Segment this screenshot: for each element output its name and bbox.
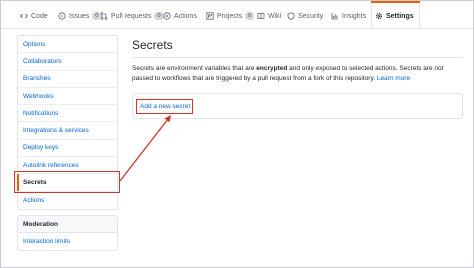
sidebar-item-options[interactable]: Options [18,36,117,54]
shield-icon [287,12,295,20]
projects-count-badge: 0 [245,12,255,20]
tab-label: Issues [69,12,90,20]
sidebar-item-webhooks[interactable]: Webhooks [18,88,117,106]
tab-label: Security [298,12,324,20]
sidebar-item-collaborators[interactable]: Collaborators [18,53,117,71]
moderation-sidebar: Moderation Interaction limits [17,215,118,252]
tab-label: Wiki [268,12,282,20]
tab-security[interactable]: Security [287,7,323,25]
moderation-heading: Moderation [18,216,117,233]
tab-insights[interactable]: Insights [331,7,366,25]
learn-more-link[interactable]: Learn more [377,75,410,82]
tab-code[interactable]: Code [20,7,48,25]
tab-label: Settings [386,12,414,20]
play-icon [163,12,171,20]
sidebar-item-actions[interactable]: Actions [18,192,117,209]
tab-issues[interactable]: Issues 0 [58,7,102,25]
tab-label: Actions [174,12,197,20]
description-text: Secrets are environment variables that a… [132,65,257,72]
sidebar-item-notifications[interactable]: Notifications [18,105,117,123]
tab-label: Code [31,12,48,20]
tab-label: Insights [342,12,367,20]
secrets-highlight-box [14,171,120,193]
page-title: Secrets [132,38,173,52]
gear-icon [375,12,383,20]
project-icon [206,12,214,20]
sidebar-item-interaction-limits[interactable]: Interaction limits [18,233,117,250]
tab-actions[interactable]: Actions [163,7,197,25]
issue-icon [58,12,66,20]
code-icon [20,12,28,20]
sidebar-item-deploy-keys[interactable]: Deploy keys [18,140,117,158]
window-frame: Code Issues 0 Pull requests 0 Actions Pr… [0,0,474,268]
pull-request-icon [100,12,108,20]
add-new-secret-link[interactable]: Add a new secret [136,99,193,114]
arrow-line [119,118,169,182]
secrets-description: Secrets are environment variables that a… [132,64,464,83]
tab-wiki[interactable]: Wiki [257,7,281,25]
tab-pull-requests[interactable]: Pull requests 0 [100,7,164,25]
sidebar-item-integrations[interactable]: Integrations & services [18,122,117,140]
tab-label: Projects [217,12,243,20]
repo-nav: Code Issues 0 Pull requests 0 Actions Pr… [1,1,473,29]
title-divider [132,57,463,58]
tab-settings[interactable]: Settings [371,1,420,28]
tab-projects[interactable]: Projects 0 [206,7,255,25]
graph-icon [331,12,339,20]
book-icon [257,12,265,20]
description-emphasis: encrypted [256,65,288,72]
tab-label: Pull requests [111,12,152,20]
sidebar-item-branches[interactable]: Branches [18,71,117,88]
